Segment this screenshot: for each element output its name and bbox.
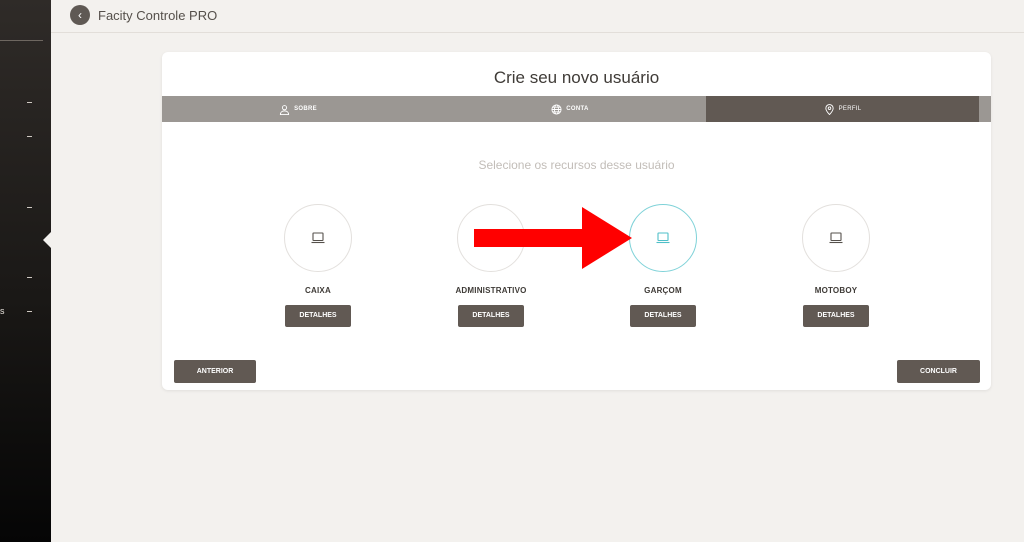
step-sobre[interactable]: SOBRE [162, 96, 434, 122]
chevron-down-icon[interactable] [27, 277, 32, 278]
resource-label: MOTOBOY [814, 286, 858, 295]
details-button[interactable]: DETALHES [458, 305, 524, 327]
back-button[interactable]: ‹ [70, 5, 90, 25]
wizard-steps: SOBRE CONTA PERFIL [162, 96, 991, 122]
finish-button[interactable]: CONCLUIR [897, 360, 980, 383]
step-label: CONTA [566, 106, 589, 112]
resource-option[interactable] [629, 204, 697, 272]
resource-label: GARÇOM [644, 286, 682, 295]
sidebar-item-label[interactable]: s [0, 306, 5, 316]
app-title: Facity Controle PRO [98, 8, 218, 23]
resource-option[interactable] [802, 204, 870, 272]
wizard-title: Crie seu novo usuário [493, 68, 660, 87]
step-perfil[interactable]: PERFIL [706, 96, 991, 122]
resource-option[interactable] [284, 204, 352, 272]
active-item-indicator [43, 232, 51, 248]
resource-caixa: CAIXA DETALHES [268, 204, 368, 327]
details-button[interactable]: DETALHES [630, 305, 696, 327]
resource-label: ADMINISTRATIVO [455, 286, 527, 295]
details-button[interactable]: DETALHES [803, 305, 869, 327]
map-pin-icon [824, 103, 834, 115]
step-label: PERFIL [838, 106, 862, 112]
resource-motoboy: MOTOBOY DETALHES [786, 204, 886, 327]
laptop-icon [311, 232, 325, 244]
chevron-down-icon[interactable] [27, 136, 32, 137]
chevron-down-icon[interactable] [27, 207, 32, 208]
laptop-icon [656, 232, 670, 244]
previous-button[interactable]: ANTERIOR [174, 360, 256, 383]
globe-icon [551, 103, 562, 115]
resource-label: CAIXA [305, 286, 331, 295]
details-button[interactable]: DETALHES [285, 305, 351, 327]
top-bar: ‹ Facity Controle PRO [51, 0, 1024, 33]
annotation-arrow [474, 207, 632, 269]
chevron-down-icon[interactable] [27, 311, 32, 312]
step-label: SOBRE [294, 106, 317, 112]
chevron-down-icon[interactable] [27, 102, 32, 103]
chevron-left-icon: ‹ [78, 8, 82, 22]
user-icon [279, 104, 290, 115]
step-conta[interactable]: CONTA [434, 96, 706, 122]
laptop-icon [829, 232, 843, 244]
wizard-subtitle: Selecione os recursos desse usuário [478, 158, 675, 172]
sidebar: s [0, 0, 51, 542]
sidebar-divider [0, 40, 43, 41]
